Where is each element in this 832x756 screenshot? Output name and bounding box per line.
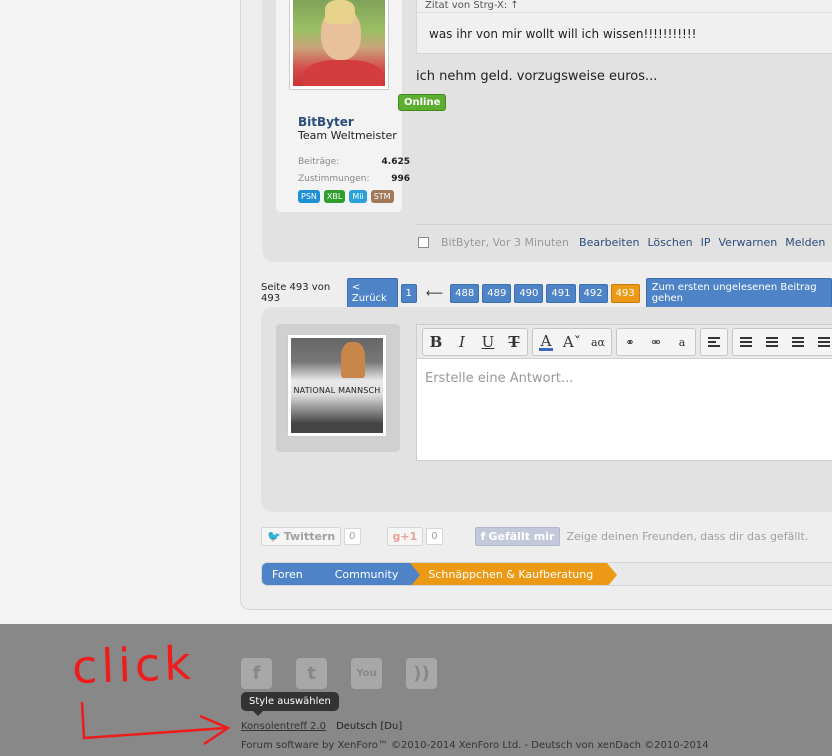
indent-icon[interactable] [811,329,832,355]
language-chooser-link[interactable]: Deutsch [Du] [336,721,402,732]
twitter-icon: 🐦 [267,530,281,543]
style-chooser-link[interactable]: Konsolentreff 2.0 [241,721,326,732]
user-card: Online BitByter Team Weltmeister Beiträg… [276,0,447,212]
page-gap-arrow[interactable]: ⟵ [426,286,443,300]
post: Online BitByter Team Weltmeister Beiträg… [262,0,832,262]
prev-page-button[interactable]: < Zurück [346,278,398,308]
remove-link-icon[interactable]: ⚮ [643,329,669,355]
amazon-icon[interactable]: a [669,329,695,355]
current-page[interactable]: 493 [610,283,640,303]
edit-link[interactable]: Bearbeiten [579,236,639,249]
quote-box: Zitat von Strg-X: ↑ was ihr von mir woll… [416,0,832,54]
ip-link[interactable]: IP [701,236,711,249]
underline-button[interactable]: U [475,329,501,355]
font-family-button[interactable]: aα [585,329,611,355]
breadcrumb-forums[interactable]: Foren [262,563,325,585]
style-tooltip: Style auswählen [241,692,339,716]
reply-editor[interactable]: B I U T A Aˇ aα ⚭ ⚮ a Erstelle eine Antw… [416,324,832,461]
page-link[interactable]: 490 [514,283,544,303]
online-badge: Online [398,94,447,111]
steam-badge[interactable]: STM [370,190,394,203]
psn-badge[interactable]: PSN [298,190,320,203]
quick-reply: NATIONAL MANNSCH B I U T A Aˇ aα ⚭ ⚮ a E… [261,307,832,512]
page-link[interactable]: 491 [546,283,576,303]
page-link[interactable]: 488 [450,283,480,303]
post-message: ich nehm geld. vorzugsweise euros... [416,69,658,84]
facebook-like-text: Zeige deinen Freunden, dass dir das gefä… [566,530,809,543]
bullet-list-icon[interactable] [733,329,759,355]
xbl-badge[interactable]: XBL [323,190,346,203]
footer-links: Konsolentreff 2.0 Deutsch [Du] [241,721,402,732]
facebook-like-button[interactable]: f Gefällt mir [474,527,561,546]
post-footer: BitByter, Vor 3 Minuten Bearbeiten Lösch… [418,236,827,249]
quote-author-link[interactable]: Zitat von Strg-X: ↑ [425,0,519,11]
breadcrumb: Foren Community Schnäppchen & Kaufberatu… [261,562,832,586]
post-meta[interactable]: BitByter, Vor 3 Minuten [441,236,569,249]
delete-link[interactable]: Löschen [647,236,692,249]
rss-icon[interactable]: )) [406,658,437,689]
page-label: Seite 493 von 493 [261,282,331,304]
user-avatar[interactable] [289,0,389,90]
pagination: Seite 493 von 493 < Zurück 1 ⟵ 488 489 4… [261,278,832,308]
gamer-badges: PSN XBL Mii STM [298,190,394,203]
twitter-icon[interactable]: t [296,658,327,689]
avatar-caption: NATIONAL MANNSCH [293,386,381,395]
quote-text: was ihr von mir wollt will ich wissen!!!… [429,27,697,41]
social-bar: 🐦 Twittern 0 g+1 0 f Gefällt mir Zeige dei… [261,527,808,546]
select-post-checkbox[interactable] [418,237,429,248]
warn-link[interactable]: Verwarnen [719,236,778,249]
stat-likes: Zustimmungen: 996 [298,174,410,184]
strikethrough-button[interactable]: T [501,329,527,355]
page-1-link[interactable]: 1 [400,283,417,303]
text-color-button[interactable]: A [533,329,559,355]
insert-link-icon[interactable]: ⚭ [617,329,643,355]
reply-placeholder: Erstelle eine Antwort... [425,371,574,386]
copyright: Forum software by XenForo™ ©2010-2014 Xe… [241,740,709,751]
tweet-button[interactable]: 🐦 Twittern [261,527,342,546]
page-link[interactable]: 489 [482,283,512,303]
breadcrumb-deals[interactable]: Schnäppchen & Kaufberatung [410,563,618,585]
first-unread-button[interactable]: Zum ersten ungelesenen Beitrag gehen [645,278,832,308]
youtube-icon[interactable]: You [351,658,382,689]
facebook-icon[interactable]: f [241,658,272,689]
facebook-icon: f [480,530,486,543]
gplus-button[interactable]: g+1 [386,527,424,546]
page-footer: f t You )) Style auswählen Konsolentreff… [0,624,832,756]
font-size-button[interactable]: Aˇ [559,329,585,355]
bold-button[interactable]: B [423,329,449,355]
align-left-icon[interactable] [701,329,727,355]
username-link[interactable]: BitByter [298,115,354,129]
tweet-count: 0 [344,528,361,545]
footer-social-icons: f t You )) [241,658,437,689]
breadcrumb-community[interactable]: Community [314,563,420,585]
report-link[interactable]: Melden [785,236,825,249]
user-title: Team Weltmeister [298,129,397,142]
editor-toolbar: B I U T A Aˇ aα ⚭ ⚮ a [417,325,832,359]
stat-posts: Beiträge: 4.625 [298,157,410,167]
mii-badge[interactable]: Mii [349,190,367,203]
page-link[interactable]: 492 [578,283,608,303]
numbered-list-icon[interactable] [759,329,785,355]
gplus-count: 0 [426,528,443,545]
reply-avatar: NATIONAL MANNSCH [276,324,400,452]
italic-button[interactable]: I [449,329,475,355]
outdent-icon[interactable] [785,329,811,355]
